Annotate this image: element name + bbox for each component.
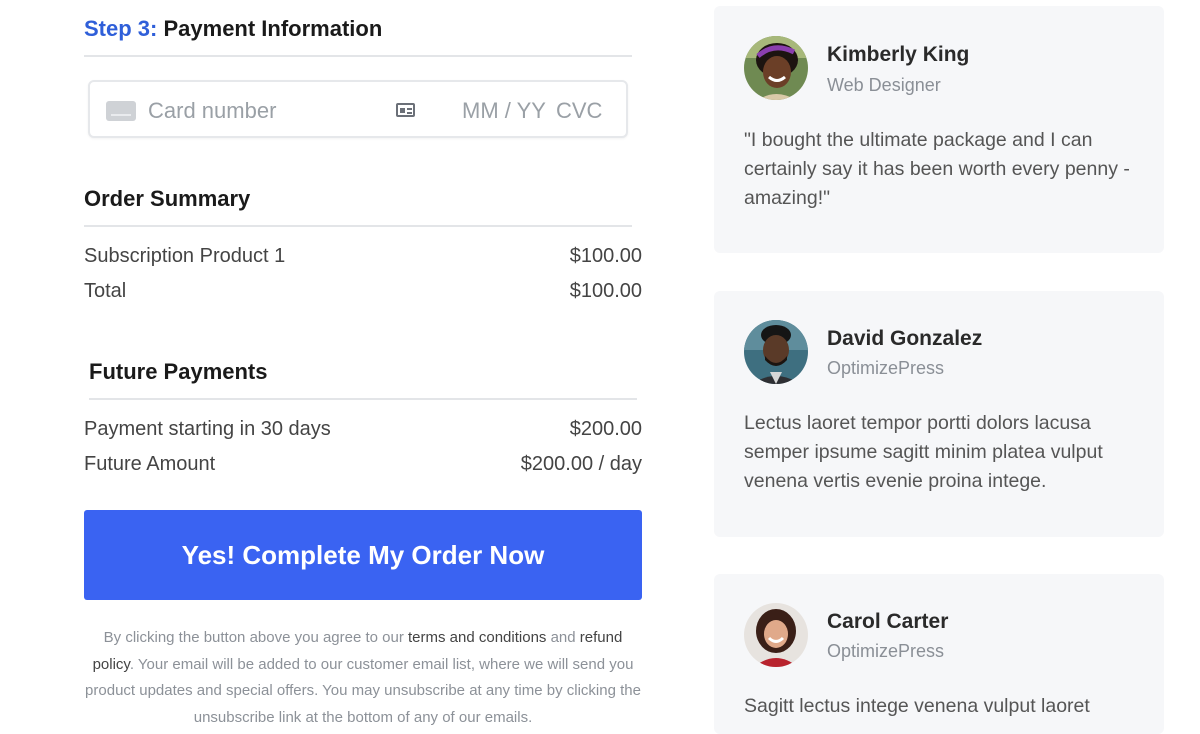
step-label: Step 3: xyxy=(84,16,158,41)
legal-text-part: By clicking the button above you agree t… xyxy=(103,629,409,646)
credit-card-icon xyxy=(106,101,136,121)
testimonial-quote: Lectus laoret tempor portti dolors lacus… xyxy=(744,412,1103,492)
testimonial-quote: Sagitt lectus intege venena vulput laore… xyxy=(744,695,1090,717)
testimonial-name: Carol Carter xyxy=(827,610,949,633)
legal-text-part: . Your email will be added to our custom… xyxy=(85,655,641,726)
testimonial-role: Web Designer xyxy=(827,75,941,95)
divider xyxy=(84,225,632,227)
cvc-input[interactable]: CVC xyxy=(556,98,602,124)
summary-row-value: $100.00 xyxy=(569,280,642,302)
testimonial-card: Kimberly King Web Designer "I bought the… xyxy=(714,6,1164,253)
testimonial-role: OptimizePress xyxy=(827,358,945,378)
testimonial-name: Kimberly King xyxy=(827,43,970,66)
future-row-label: Future Amount xyxy=(84,453,216,475)
legal-text-part: and xyxy=(546,629,580,646)
future-row-value: $200.00 / day xyxy=(520,453,642,475)
divider xyxy=(84,55,632,57)
payment-title: Payment Information xyxy=(163,16,383,41)
order-summary-title: Order Summary xyxy=(84,186,251,211)
summary-row-value: $100.00 xyxy=(569,245,642,267)
testimonial-role: OptimizePress xyxy=(827,641,945,661)
avatar xyxy=(744,36,808,100)
legal-text: By clicking the button above you agree t… xyxy=(84,625,642,731)
divider xyxy=(89,398,637,400)
summary-row-label: Subscription Product 1 xyxy=(84,245,286,267)
step-title: Step 3: Payment Information xyxy=(84,16,382,42)
testimonial-name: David Gonzalez xyxy=(827,327,983,350)
avatar xyxy=(744,320,808,384)
terms-link[interactable]: terms and conditions xyxy=(408,629,546,646)
future-row-label: Payment starting in 30 days xyxy=(84,418,331,440)
summary-row-label: Total xyxy=(84,280,127,302)
future-payments-title: Future Payments xyxy=(89,359,268,384)
card-input-field[interactable]: Card number MM / YY CVC xyxy=(88,80,628,138)
card-number-input[interactable]: Card number xyxy=(148,98,276,124)
id-card-icon xyxy=(396,103,415,117)
complete-order-button[interactable]: Yes! Complete My Order Now xyxy=(84,510,642,600)
future-row-value: $200.00 xyxy=(569,418,642,440)
expiry-input[interactable]: MM / YY xyxy=(462,98,546,124)
testimonial-quote: "I bought the ultimate package and I can… xyxy=(744,129,1130,209)
testimonial-card: David Gonzalez OptimizePress Lectus laor… xyxy=(714,291,1164,537)
avatar xyxy=(744,603,808,667)
testimonial-card: Carol Carter OptimizePress Sagitt lectus… xyxy=(714,574,1164,734)
